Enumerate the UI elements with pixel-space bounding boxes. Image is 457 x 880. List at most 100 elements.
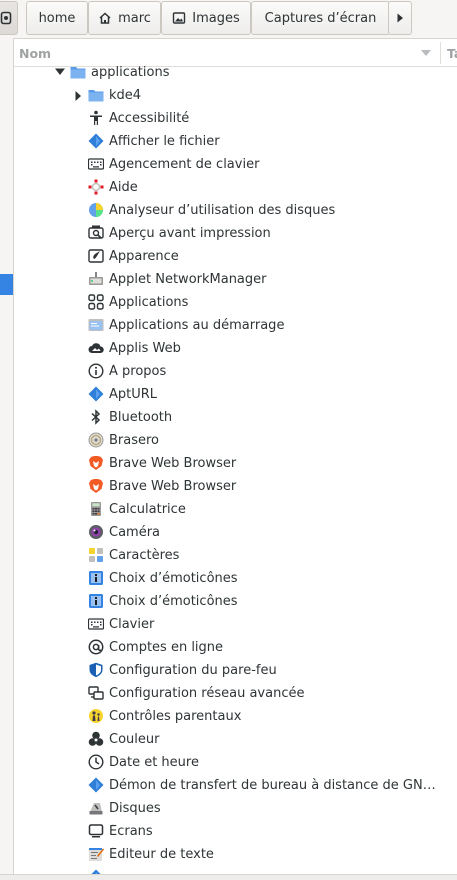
file-row[interactable]: Éditeur de texte <box>14 843 457 866</box>
at-icon <box>88 639 104 655</box>
file-label: Apparence <box>109 249 179 264</box>
disks-icon <box>88 800 104 816</box>
path-segment-images[interactable]: Images <box>161 1 251 35</box>
file-label: Configuration du pare-feu <box>109 663 277 678</box>
file-row[interactable]: Accessibilité <box>14 107 457 130</box>
file-row[interactable]: Contrôles parentaux <box>14 705 457 728</box>
file-row[interactable] <box>14 866 457 874</box>
text-editor-icon <box>88 846 104 862</box>
file-label: Disques <box>109 801 161 816</box>
parental-icon <box>88 708 104 724</box>
file-row[interactable]: Applet NetworkManager <box>14 268 457 291</box>
file-row[interactable]: Analyseur d’utilisation des disques <box>14 199 457 222</box>
horizontal-scrollbar[interactable] <box>0 874 457 880</box>
disc-icon <box>88 432 104 448</box>
image-icon <box>172 11 186 25</box>
sort-descending-icon[interactable] <box>420 49 432 57</box>
file-row[interactable]: Applications au démarrage <box>14 314 457 337</box>
expander-expanded-icon[interactable] <box>54 67 66 77</box>
path-segment-marc[interactable]: marc <box>88 1 161 35</box>
file-label: Configuration réseau avancée <box>109 686 305 701</box>
file-row[interactable]: Applis Web <box>14 337 457 360</box>
file-label: À propos <box>109 364 167 379</box>
clock-icon <box>88 754 104 770</box>
path-bar: home marc Images Captures d’écran <box>0 0 457 39</box>
file-label: Brasero <box>109 433 160 448</box>
file-row[interactable]: Écrans <box>14 820 457 843</box>
print-preview-icon <box>88 225 104 241</box>
file-row[interactable]: Applications <box>14 291 457 314</box>
characters-icon <box>88 547 104 563</box>
expander-collapsed-icon[interactable] <box>74 90 82 102</box>
folder-row-kde4[interactable]: kde4 <box>14 84 457 107</box>
file-label: Choix d’émoticônes <box>109 594 238 609</box>
column-size-header[interactable]: Ta <box>447 46 457 61</box>
calculator-icon <box>88 501 104 517</box>
file-label: Brave Web Browser <box>109 479 237 494</box>
file-row[interactable]: Choix d’émoticônes <box>14 590 457 613</box>
file-row[interactable]: Caméra <box>14 521 457 544</box>
file-label: Afficher le fichier <box>109 134 220 149</box>
apps-grid-icon <box>88 294 104 310</box>
file-row[interactable]: Caractères <box>14 544 457 567</box>
emoji-icon <box>88 593 104 609</box>
file-row[interactable]: Afficher le fichier <box>14 130 457 153</box>
file-label: Caméra <box>109 525 161 540</box>
appearance-icon <box>88 248 104 264</box>
file-row[interactable]: Disques <box>14 797 457 820</box>
sidebar-selected-item[interactable] <box>0 274 13 295</box>
file-label: Analyseur d’utilisation des disques <box>109 203 336 218</box>
file-row[interactable]: Démon de transfert de bureau à distance … <box>14 774 457 797</box>
firewall-icon <box>88 662 104 678</box>
file-row[interactable]: Comptes en ligne <box>14 636 457 659</box>
emoji-icon <box>88 570 104 586</box>
file-tree: applications kde4 Accessibilité Afficher … <box>14 61 457 874</box>
startup-icon <box>88 317 104 333</box>
file-row[interactable]: Choix d’émoticônes <box>14 567 457 590</box>
file-label: Écrans <box>109 824 153 839</box>
file-row[interactable]: Date et heure <box>14 751 457 774</box>
file-row[interactable]: Bluetooth <box>14 406 457 429</box>
folder-label: applications <box>91 65 170 80</box>
bluetooth-icon <box>88 409 104 425</box>
folder-icon <box>88 87 104 103</box>
network-icon <box>88 271 104 287</box>
network-settings-icon <box>88 685 104 701</box>
path-scroll-right-button[interactable] <box>388 1 412 35</box>
camera-icon <box>88 524 104 540</box>
file-label: Applis Web <box>109 341 181 356</box>
file-row[interactable]: Apparence <box>14 245 457 268</box>
file-row[interactable]: Brave Web Browser <box>14 475 457 498</box>
folder-row-applications[interactable]: applications <box>14 61 457 84</box>
help-icon <box>88 179 104 195</box>
path-bar-toggle-button[interactable] <box>0 1 18 35</box>
file-label: Agencement de clavier <box>109 157 260 172</box>
diamond-icon <box>88 133 104 149</box>
file-row[interactable]: Brasero <box>14 429 457 452</box>
file-label: AptURL <box>109 387 158 402</box>
file-row[interactable]: Calculatrice <box>14 498 457 521</box>
path-segment-home[interactable]: home <box>26 1 88 35</box>
file-label: Date et heure <box>109 755 199 770</box>
display-icon <box>88 823 104 839</box>
file-label: Applet NetworkManager <box>109 272 267 287</box>
path-segment-captures[interactable]: Captures d’écran <box>251 1 390 35</box>
file-row[interactable]: Agencement de clavier <box>14 153 457 176</box>
file-row[interactable]: Couleur <box>14 728 457 751</box>
file-label: Applications <box>109 295 189 310</box>
file-label: Éditeur de texte <box>109 847 214 862</box>
file-row[interactable]: AptURL <box>14 383 457 406</box>
file-row[interactable]: Brave Web Browser <box>14 452 457 475</box>
file-label: Clavier <box>109 617 155 632</box>
column-name-header[interactable]: Nom <box>19 46 51 61</box>
file-label: Brave Web Browser <box>109 456 237 471</box>
file-row[interactable]: Clavier <box>14 613 457 636</box>
file-row[interactable]: Aide <box>14 176 457 199</box>
file-row[interactable]: Configuration du pare-feu <box>14 659 457 682</box>
file-row[interactable]: Configuration réseau avancée <box>14 682 457 705</box>
info-icon <box>88 363 104 379</box>
color-icon <box>88 731 104 747</box>
file-label: Bluetooth <box>109 410 173 425</box>
file-row[interactable]: À propos <box>14 360 457 383</box>
file-row[interactable]: Aperçu avant impression <box>14 222 457 245</box>
